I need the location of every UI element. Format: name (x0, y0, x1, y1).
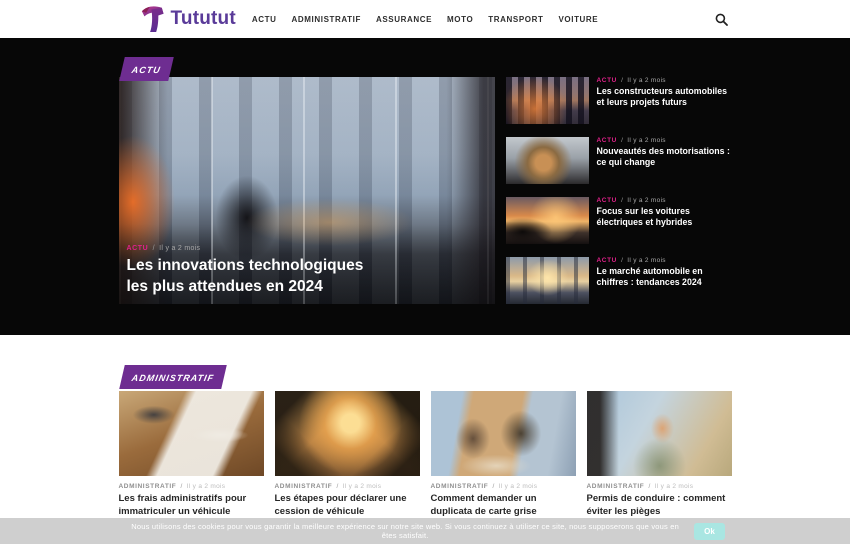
nav-item-actu[interactable]: ACTU (252, 15, 277, 24)
logo-icon (141, 5, 167, 33)
cookie-banner: Nous utilisons des cookies pour vous gar… (0, 518, 850, 544)
main-nav: ACTU ADMINISTRATIF ASSURANCE MOTO TRANSP… (252, 15, 598, 24)
side-article-date: Il y a 2 mois (627, 257, 666, 264)
side-article-thumbnail (506, 137, 589, 184)
article-card[interactable]: ADMINISTRATIF / Il y a 2 mois Permis de … (587, 391, 732, 519)
article-card-category[interactable]: ADMINISTRATIF (275, 483, 333, 490)
article-card-title[interactable]: Comment demander un duplicata de carte g… (431, 493, 576, 519)
site-header: Tututut ACTU ADMINISTRATIF ASSURANCE MOT… (0, 0, 850, 38)
featured-article-card[interactable]: ACTU / Il y a 2 mois Les innovations tec… (119, 77, 495, 304)
side-article-date: Il y a 2 mois (627, 77, 666, 84)
article-card-title[interactable]: Les frais administratifs pour immatricul… (119, 493, 264, 519)
side-article-meta: ACTU / Il y a 2 mois (597, 137, 732, 144)
article-card-category[interactable]: ADMINISTRATIF (587, 483, 645, 490)
article-card-title[interactable]: Les étapes pour déclarer une cession de … (275, 493, 420, 519)
article-card-meta: ADMINISTRATIF / Il y a 2 mois (275, 483, 420, 490)
search-button[interactable] (714, 11, 730, 27)
side-article-title[interactable]: Le marché automobile en chiffres : tenda… (597, 266, 732, 289)
side-article-title[interactable]: Focus sur les voitures électriques et hy… (597, 206, 732, 229)
side-article-thumbnail (506, 77, 589, 124)
side-article-card[interactable]: ACTU / Il y a 2 mois Le marché automobil… (506, 257, 732, 304)
article-card-date: Il y a 2 mois (655, 483, 694, 490)
featured-article-title[interactable]: Les innovations technologiques les plus … (127, 256, 379, 297)
page: Tututut ACTU ADMINISTRATIF ASSURANCE MOT… (0, 0, 850, 550)
article-card-image (275, 391, 420, 476)
side-article-date: Il y a 2 mois (627, 137, 666, 144)
article-card[interactable]: ADMINISTRATIF / Il y a 2 mois Comment de… (431, 391, 576, 519)
meta-separator: / (178, 483, 184, 490)
nav-item-assurance[interactable]: ASSURANCE (376, 15, 432, 24)
section-badge-actu[interactable]: ACTU (119, 57, 174, 81)
side-article-thumbnail (506, 257, 589, 304)
cookie-ok-button[interactable]: Ok (694, 523, 725, 540)
article-card-title[interactable]: Permis de conduire : comment éviter les … (587, 493, 732, 519)
meta-separator: / (151, 245, 157, 252)
nav-item-moto[interactable]: MOTO (447, 15, 473, 24)
nav-item-administratif[interactable]: ADMINISTRATIF (292, 15, 361, 24)
side-article-card[interactable]: ACTU / Il y a 2 mois Focus sur les voitu… (506, 197, 732, 244)
meta-separator: / (619, 197, 625, 204)
article-card-meta: ADMINISTRATIF / Il y a 2 mois (431, 483, 576, 490)
search-icon (715, 13, 728, 26)
administratif-card-grid: ADMINISTRATIF / Il y a 2 mois Les frais … (119, 391, 732, 519)
meta-separator: / (646, 483, 652, 490)
article-card-date: Il y a 2 mois (343, 483, 382, 490)
side-article-date: Il y a 2 mois (627, 197, 666, 204)
meta-separator: / (619, 137, 625, 144)
meta-separator: / (619, 257, 625, 264)
site-logo[interactable]: Tututut (141, 5, 236, 33)
side-article-meta: ACTU / Il y a 2 mois (597, 77, 732, 84)
section-badge-administratif-label: ADMINISTRATIF (130, 373, 214, 383)
article-card[interactable]: ADMINISTRATIF / Il y a 2 mois Les frais … (119, 391, 264, 519)
side-article-title[interactable]: Les constructeurs automobiles et leurs p… (597, 86, 732, 109)
article-card-image (119, 391, 264, 476)
side-article-meta: ACTU / Il y a 2 mois (597, 197, 732, 204)
side-article-category[interactable]: ACTU (597, 257, 617, 264)
side-article-category[interactable]: ACTU (597, 197, 617, 204)
meta-separator: / (490, 483, 496, 490)
side-article-category[interactable]: ACTU (597, 77, 617, 84)
side-article-category[interactable]: ACTU (597, 137, 617, 144)
side-article-meta: ACTU / Il y a 2 mois (597, 257, 732, 264)
featured-article-meta: ACTU / Il y a 2 mois (127, 245, 379, 252)
article-card-date: Il y a 2 mois (499, 483, 538, 490)
article-card-meta: ADMINISTRATIF / Il y a 2 mois (587, 483, 732, 490)
section-administratif: ADMINISTRATIF ADMINISTRATIF / Il y a 2 m… (0, 365, 850, 519)
section-actu: ACTU ACTU / Il y a 2 mois Les innovation… (0, 38, 850, 335)
side-article-card[interactable]: ACTU / Il y a 2 mois Les constructeurs a… (506, 77, 732, 124)
section-badge-actu-label: ACTU (130, 65, 161, 75)
section-badge-administratif[interactable]: ADMINISTRATIF (119, 365, 227, 389)
logo-text: Tututut (171, 8, 236, 30)
meta-separator: / (334, 483, 340, 490)
nav-item-voiture[interactable]: VOITURE (558, 15, 598, 24)
side-article-list: ACTU / Il y a 2 mois Les constructeurs a… (506, 77, 732, 304)
article-card-image (431, 391, 576, 476)
featured-article-category[interactable]: ACTU (127, 245, 149, 252)
cookie-message: Nous utilisons des cookies pour vous gar… (125, 522, 685, 540)
article-card-date: Il y a 2 mois (187, 483, 226, 490)
side-article-thumbnail (506, 197, 589, 244)
article-card-category[interactable]: ADMINISTRATIF (431, 483, 489, 490)
article-card-category[interactable]: ADMINISTRATIF (119, 483, 177, 490)
nav-item-transport[interactable]: TRANSPORT (488, 15, 543, 24)
featured-article-date: Il y a 2 mois (159, 245, 200, 252)
article-card-image (587, 391, 732, 476)
side-article-card[interactable]: ACTU / Il y a 2 mois Nouveautés des moto… (506, 137, 732, 184)
side-article-title[interactable]: Nouveautés des motorisations : ce qui ch… (597, 146, 732, 169)
meta-separator: / (619, 77, 625, 84)
article-card[interactable]: ADMINISTRATIF / Il y a 2 mois Les étapes… (275, 391, 420, 519)
article-card-meta: ADMINISTRATIF / Il y a 2 mois (119, 483, 264, 490)
